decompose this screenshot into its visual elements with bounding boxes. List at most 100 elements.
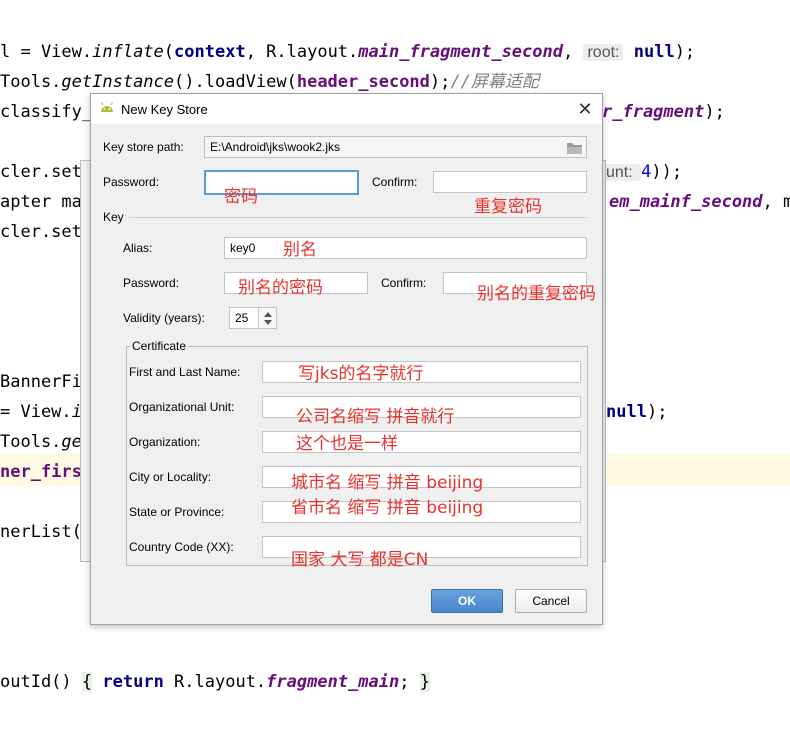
code-token: ); <box>704 102 725 122</box>
code-line: r_fragment); <box>602 101 725 123</box>
folder-icon[interactable] <box>565 140 585 156</box>
organization-label: Organization: <box>129 435 201 449</box>
annotation-first-last: 写jks的名字就行 <box>298 364 424 384</box>
code-token: null <box>633 42 675 62</box>
code-token: , R.layout. <box>245 42 359 62</box>
annotation-key-password: 别名的密码 <box>238 278 323 298</box>
confirm-field[interactable] <box>433 171 587 193</box>
validity-spinner-field[interactable] <box>229 307 259 329</box>
spinner-down-icon[interactable] <box>264 320 272 325</box>
annotation-city: 城市名 缩写 拼音 beijing <box>291 473 484 493</box>
code-token: cler.set <box>0 222 82 242</box>
key-confirm-label: Confirm: <box>381 276 427 290</box>
code-token: header_second <box>296 72 430 92</box>
code-token: getInstance <box>61 72 175 92</box>
password-label: Password: <box>103 175 160 189</box>
code-token: outId() <box>0 672 82 692</box>
annotation-country: 国家 大写 都是CN <box>291 550 429 570</box>
code-token: ge <box>61 432 82 452</box>
code-token: context <box>174 42 246 62</box>
alias-label: Alias: <box>123 241 153 255</box>
code-token: ( <box>163 42 175 62</box>
code-token: ner_first <box>0 462 93 482</box>
cancel-button[interactable]: Cancel <box>515 589 587 613</box>
code-line: unt: 4)); <box>602 161 682 184</box>
city-label: City or Locality: <box>129 470 212 484</box>
org-unit-label: Organizational Unit: <box>129 400 235 414</box>
code-token: 4 <box>641 162 652 182</box>
code-line: apter ma <box>0 191 82 213</box>
ok-button[interactable]: OK <box>431 589 503 613</box>
code-token: ); <box>646 402 668 422</box>
code-token: root: <box>583 44 624 61</box>
code-token: ); <box>429 72 451 92</box>
code-token: ); <box>674 42 696 62</box>
validity-spinner-arrows[interactable] <box>259 307 277 329</box>
close-icon[interactable]: ✕ <box>574 98 596 120</box>
code-line: null); <box>606 401 667 423</box>
annotation-alias: 别名 <box>283 240 317 260</box>
code-line: BannerFi <box>0 371 82 393</box>
code-token: inflate <box>92 42 164 62</box>
code-token: unt: <box>602 164 642 181</box>
code-line: classify_ <box>0 101 92 123</box>
annotation-password: 密码 <box>224 187 258 207</box>
code-token: null <box>606 402 647 422</box>
key-section-label: Key <box>103 210 124 224</box>
code-line: nerList( <box>0 521 82 543</box>
code-token: Tools. <box>0 432 62 452</box>
code-token: R.layout. <box>163 672 267 692</box>
annotation-confirm: 重复密码 <box>474 197 542 217</box>
code-token: ; <box>399 672 410 692</box>
dialog-titlebar: New Key Store ✕ <box>91 94 602 124</box>
annotation-state: 省市名 缩写 拼音 beijing <box>291 498 484 518</box>
code-token: , <box>562 42 584 62</box>
key-section-divider <box>129 217 587 218</box>
keystore-path-field[interactable] <box>204 136 587 158</box>
code-token: , m <box>762 192 790 212</box>
code-token: ().loadView( <box>174 72 297 92</box>
code-token: nerList( <box>0 522 82 542</box>
code-token: { <box>81 672 93 692</box>
alias-field[interactable] <box>224 237 587 259</box>
spinner-up-icon[interactable] <box>264 312 272 317</box>
code-line: outId() { return R.layout.fragment_main;… <box>0 671 430 693</box>
annotation-org-unit: 公司名缩写 拼音就行 <box>296 407 455 427</box>
code-line: cler.set <box>0 161 82 183</box>
certificate-group-title: Certificate <box>130 339 189 353</box>
code-line: Tools.getInstance().loadView(header_seco… <box>0 71 539 93</box>
code-line: l = View.inflate(context, R.layout.main_… <box>0 41 695 64</box>
dialog-title: New Key Store <box>121 102 208 117</box>
code-token: cler.set <box>0 162 82 182</box>
code-token: } <box>419 672 430 692</box>
code-line: cler.set <box>0 221 82 243</box>
country-code-label: Country Code (XX): <box>129 540 234 554</box>
keystore-path-label: Key store path: <box>103 140 184 154</box>
android-icon <box>100 102 114 112</box>
code-token: classify_ <box>0 102 93 122</box>
code-token: )); <box>651 162 683 182</box>
code-line: Tools.ge <box>0 431 82 453</box>
validity-label: Validity (years): <box>123 311 205 325</box>
code-line: = View.i <box>0 401 82 423</box>
first-last-name-label: First and Last Name: <box>129 365 241 379</box>
annotation-organization: 这个也是一样 <box>296 434 398 454</box>
code-token: = View. <box>0 402 72 422</box>
code-token: return <box>102 672 164 692</box>
code-token: l = View. <box>0 42 93 62</box>
code-token: apter ma <box>0 192 82 212</box>
code-line: em_mainf_second, m <box>609 191 790 213</box>
annotation-key-confirm: 别名的重复密码 <box>477 284 596 304</box>
confirm-label: Confirm: <box>372 175 418 189</box>
state-label: State or Province: <box>129 505 225 519</box>
code-token: main_fragment_second <box>358 42 563 62</box>
code-token: r_fragment <box>602 102 705 122</box>
key-password-label: Password: <box>123 276 180 290</box>
code-token: BannerFi <box>0 372 82 392</box>
code-token: Tools. <box>0 72 62 92</box>
code-token: //屏幕适配 <box>450 72 539 92</box>
code-token: fragment_main <box>266 672 400 692</box>
